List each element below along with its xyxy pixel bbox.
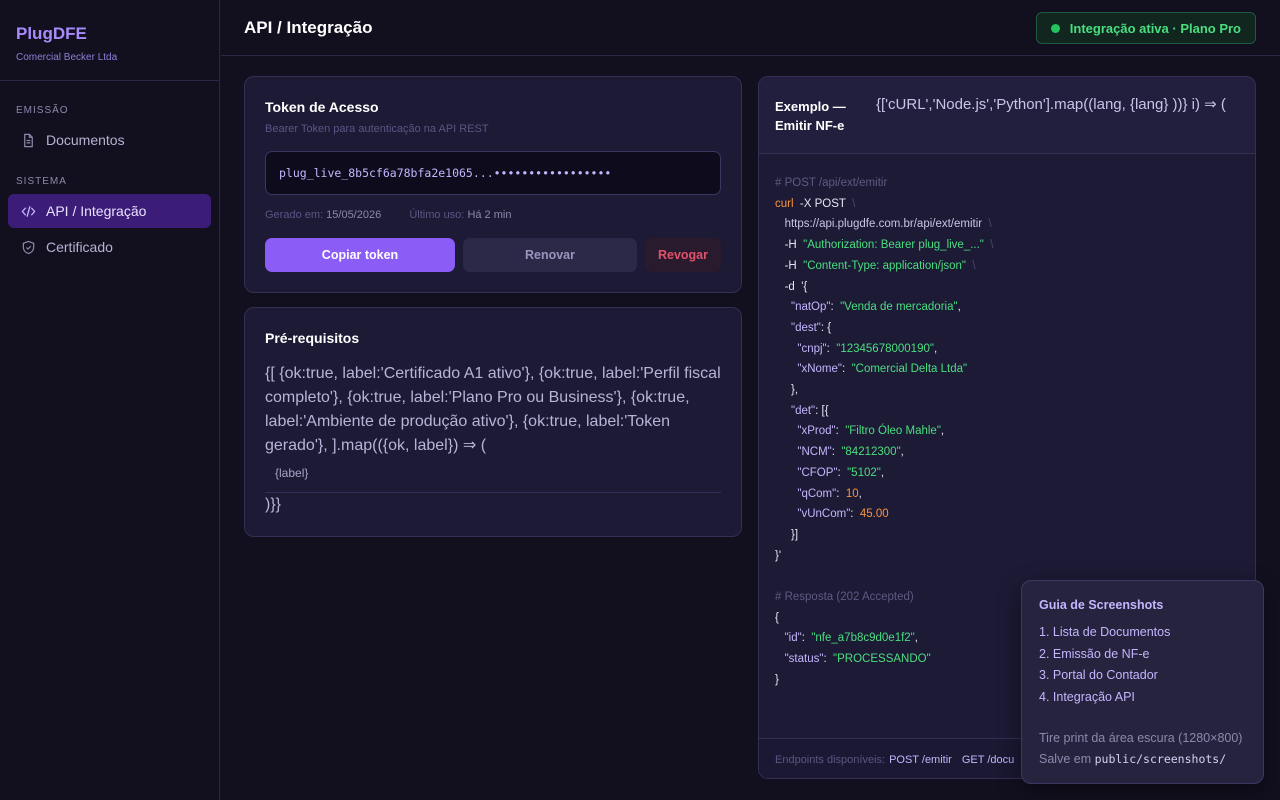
brand-logo[interactable]: PlugDFE <box>16 24 203 44</box>
token-card-subtitle: Bearer Token para autenticação na API RE… <box>265 123 489 135</box>
sidebar: PlugDFE Comercial Becker Ltda EMISSÃO Do… <box>0 0 220 800</box>
copy-token-button[interactable]: Copiar token <box>265 238 455 272</box>
code-icon <box>20 203 36 219</box>
status-text: Integração ativa · Plano Pro <box>1069 20 1241 36</box>
prerequisite-item-label: {label} <box>275 466 309 480</box>
page-title: API / Integração <box>244 18 373 37</box>
sidebar-item-certificado[interactable]: Certificado <box>8 230 211 264</box>
code-url: https://api.plugdfe.com.br/api/ext/emiti… <box>784 218 983 231</box>
status-badge: Integração ativa · Plano Pro <box>1035 12 1256 44</box>
example-title: Exemplo — Emitir NF-e <box>775 99 846 133</box>
company-name: Comercial Becker Ltda <box>16 52 118 63</box>
header: API / Integração Integração ativa · Plan… <box>221 0 1280 56</box>
endpoints-label: Endpoints disponíveis: <box>775 753 886 766</box>
guide-item[interactable]: 4. Integração API <box>1039 688 1170 710</box>
brand: PlugDFE Comercial Becker Ltda <box>0 0 219 81</box>
document-icon <box>20 132 36 148</box>
renew-token-button[interactable]: Renovar <box>463 238 637 272</box>
guide-item[interactable]: 3. Portal do Contador <box>1039 666 1170 688</box>
last-use-value: Há 2 min <box>467 209 512 221</box>
guide-item[interactable]: 2. Emissão de NF-e <box>1039 645 1170 667</box>
guide-title: Guia de Screenshots <box>1039 598 1164 612</box>
save-path: public/screenshots/ <box>1094 752 1227 766</box>
guide-note-capture: Tire print da área escura (1280×800) <box>1039 731 1243 745</box>
guide-list: 1. Lista de Documentos 2. Emissão de NF-… <box>1039 623 1170 710</box>
example-header: Exemplo — Emitir NF-e {['cURL','Node.js'… <box>759 77 1255 154</box>
sidebar-item-label: Certificado <box>46 239 113 255</box>
endpoint-get-documentos[interactable]: GET /docu <box>962 754 1014 766</box>
sidebar-item-api-integracao[interactable]: API / Integração <box>8 194 211 228</box>
token-card-title: Token de Acesso <box>265 99 379 115</box>
prerequisites-raw-code: {[ {ok:true, label:'Certificado A1 ativo… <box>265 365 721 454</box>
status-dot-icon <box>1050 23 1060 33</box>
prerequisites-close: )}} <box>265 496 282 513</box>
screenshot-guide-panel: Guia de Screenshots 1. Lista de Document… <box>1021 580 1264 784</box>
nav-section-sistema: SISTEMA <box>16 176 67 187</box>
guide-note-save: Salve em public/screenshots/ <box>1039 752 1227 766</box>
code-block: # POST /api/ext/emitir curl -X POST \ ht… <box>775 177 994 686</box>
nav-section-emissao: EMISSÃO <box>16 105 69 116</box>
generated-label: Gerado em: <box>265 209 324 221</box>
sidebar-item-label: Documentos <box>46 132 125 148</box>
sidebar-item-label: API / Integração <box>46 203 147 219</box>
endpoint-post-emitir[interactable]: POST /emitir <box>889 754 952 766</box>
token-card: Token de Acesso Bearer Token para autent… <box>244 76 742 293</box>
generated-value: 15/05/2026 <box>326 209 382 221</box>
shield-icon <box>20 239 36 255</box>
token-meta: Gerado em: 15/05/2026 Último uso: Há 2 m… <box>265 209 511 221</box>
prerequisites-title: Pré-requisitos <box>265 330 360 346</box>
revoke-token-button[interactable]: Revogar <box>645 238 721 272</box>
sidebar-item-documentos[interactable]: Documentos <box>8 123 211 157</box>
token-field[interactable]: plug_live_8b5cf6a78bfa2e1065...•••••••••… <box>265 151 721 195</box>
language-tabs[interactable]: {['cURL','Node.js','Python'].map((lang, … <box>876 93 1246 117</box>
prerequisites-card: Pré-requisitos {[ {ok:true, label:'Certi… <box>244 307 742 537</box>
last-use-label: Último uso: <box>409 209 465 221</box>
guide-item[interactable]: 1. Lista de Documentos <box>1039 623 1170 645</box>
divider <box>265 492 721 493</box>
code-comment: # POST /api/ext/emitir <box>775 177 888 189</box>
